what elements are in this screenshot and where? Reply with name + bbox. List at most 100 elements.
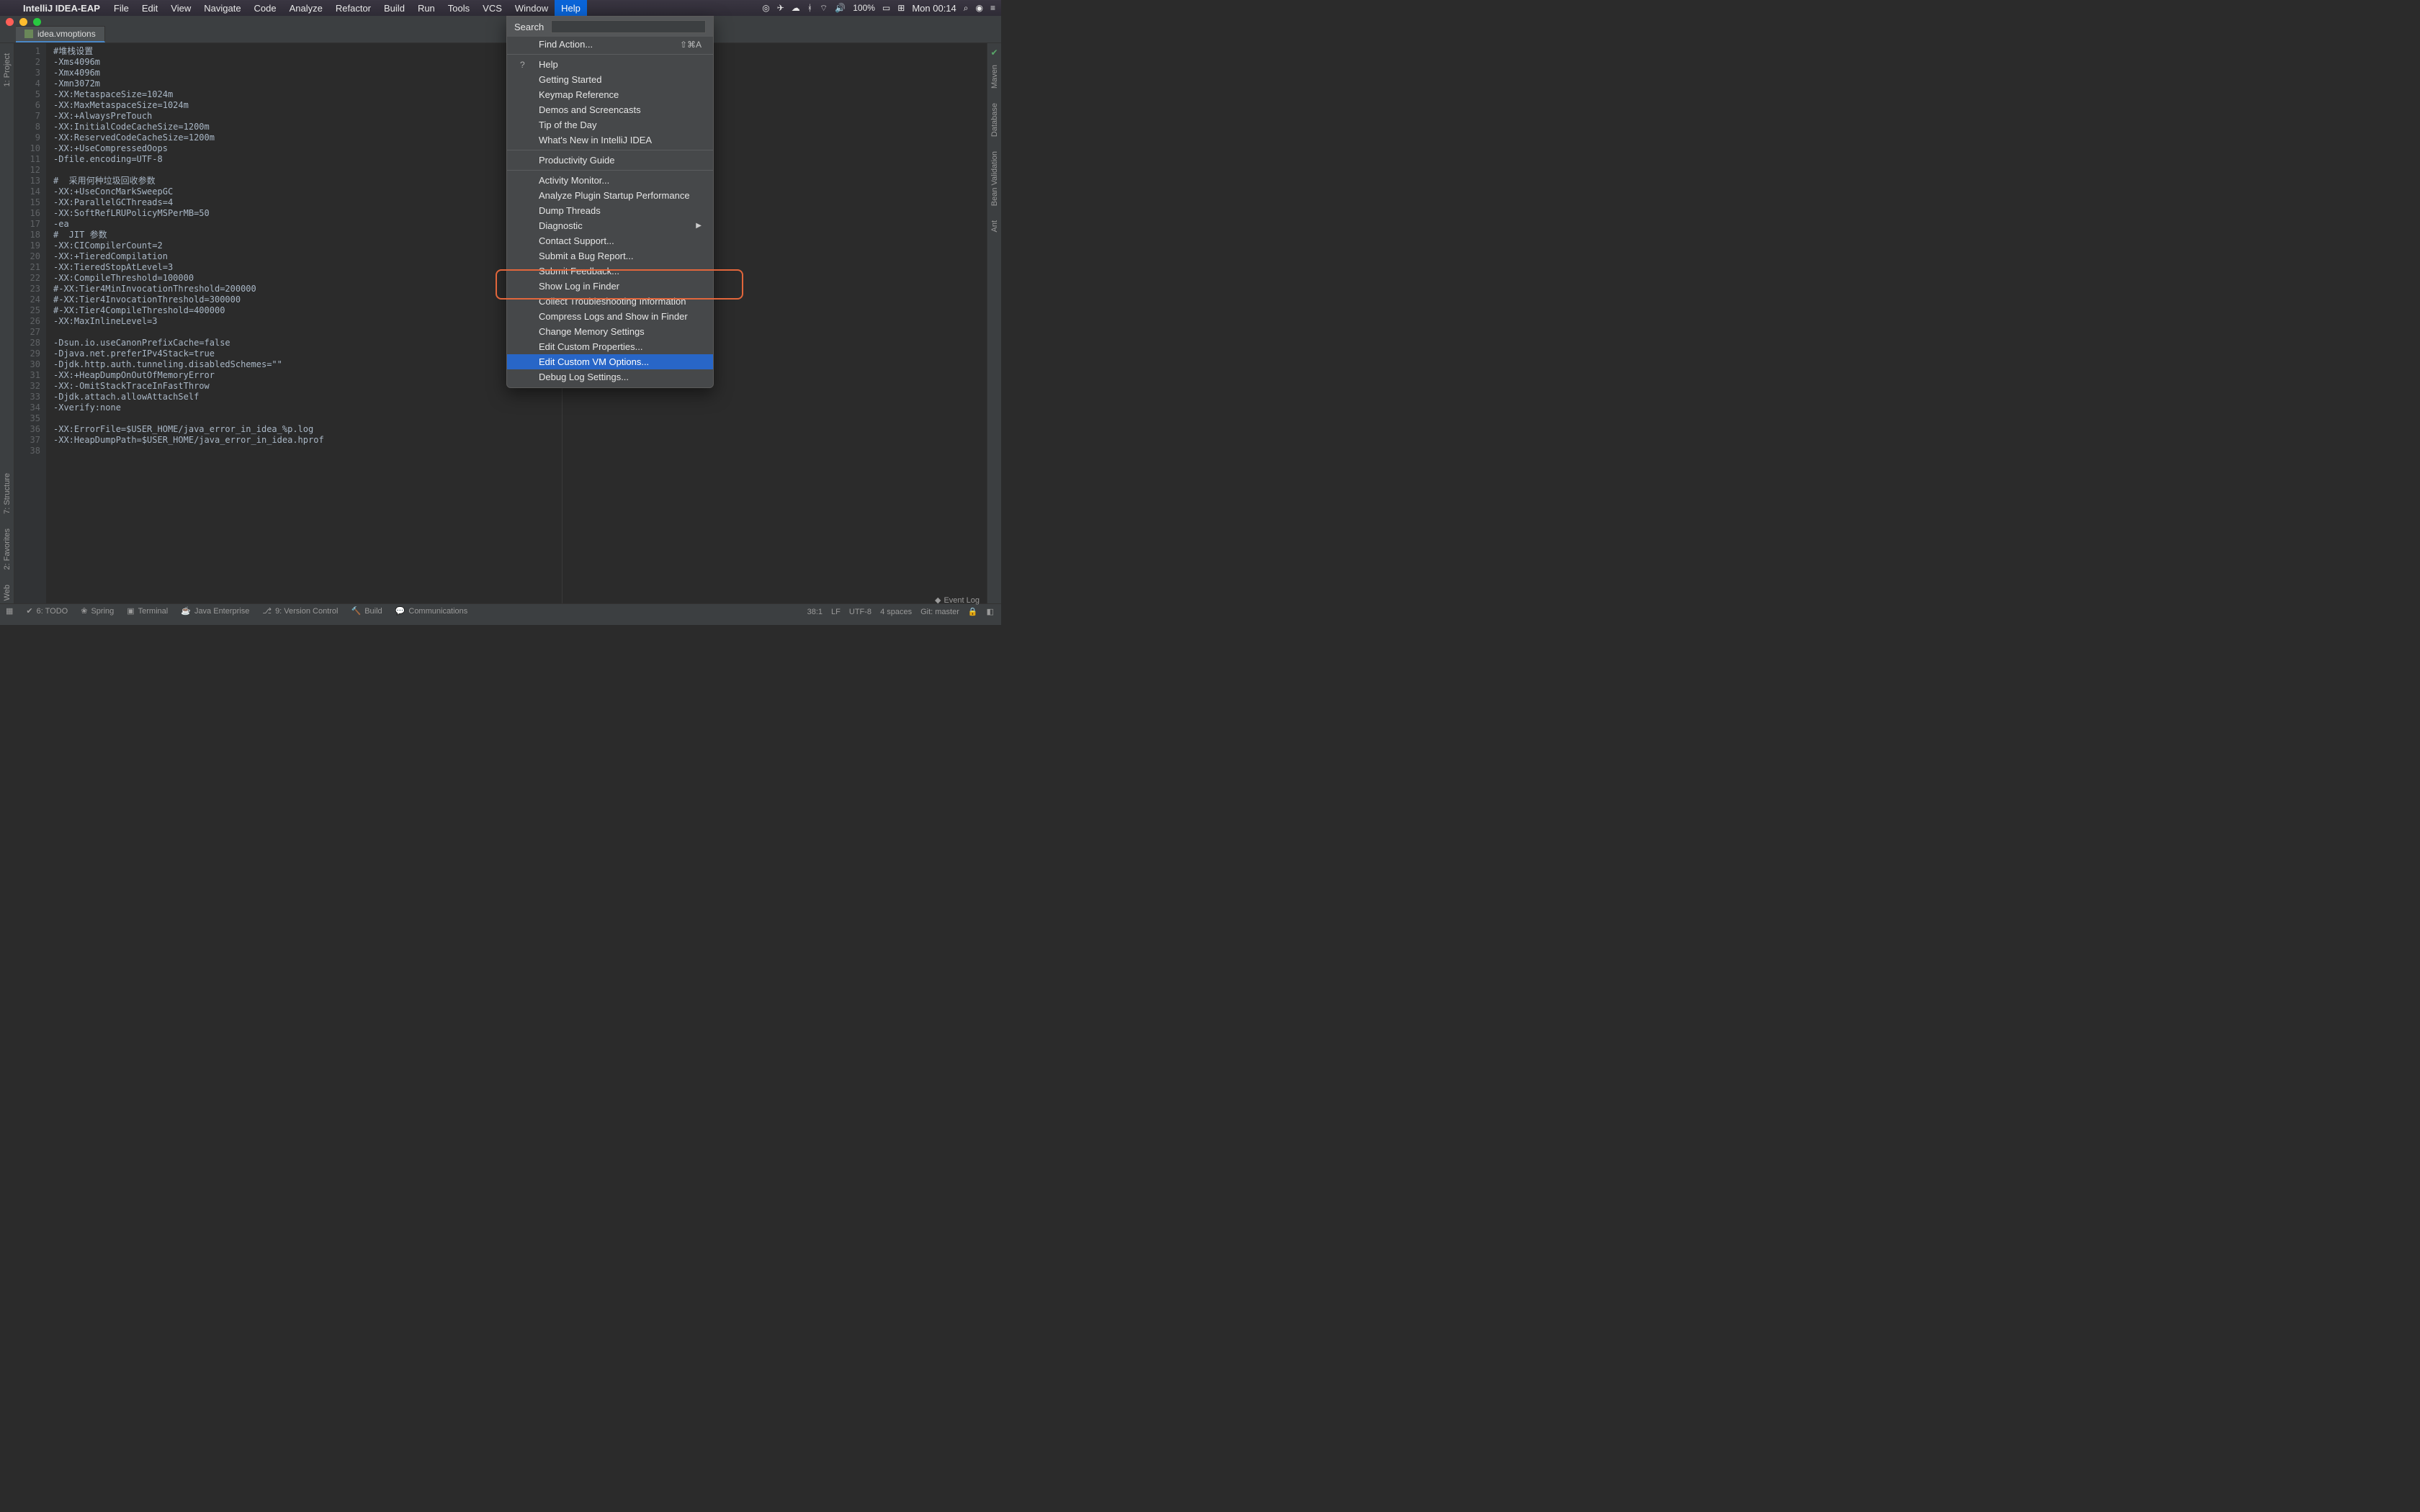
line-separator[interactable]: LF	[831, 608, 841, 616]
help-contact[interactable]: Contact Support...	[507, 233, 713, 248]
help-keymap[interactable]: Keymap Reference	[507, 87, 713, 102]
tool-ant[interactable]: Ant	[990, 220, 999, 233]
editor-tab-active[interactable]: idea.vmoptions	[16, 26, 105, 42]
help-search-row: Search	[507, 17, 713, 37]
help-showlog[interactable]: Show Log in Finder	[507, 279, 713, 294]
line-number-gutter: 1234567891011121314151617181920212223242…	[14, 43, 46, 608]
help-custom-vm[interactable]: Edit Custom VM Options...	[507, 354, 713, 369]
main-area: 1: Project 7: Structure 2: Favorites Web…	[0, 43, 1001, 608]
airdrop-icon[interactable]: ✈	[777, 3, 784, 13]
help-feedback-label: Submit Feedback...	[539, 266, 619, 276]
help-compress[interactable]: Compress Logs and Show in Finder	[507, 309, 713, 324]
help-tip[interactable]: Tip of the Day	[507, 117, 713, 132]
help-bug[interactable]: Submit a Bug Report...	[507, 248, 713, 264]
inspection-ok-icon[interactable]: ✔	[990, 48, 998, 58]
menu-file[interactable]: File	[107, 0, 135, 16]
help-custom-props-label: Edit Custom Properties...	[539, 341, 643, 352]
siri-icon[interactable]: ◉	[976, 3, 983, 13]
help-collect-label: Collect Troubleshooting Information	[539, 296, 686, 307]
wifi-icon[interactable]: ⌔	[820, 3, 828, 14]
help-help[interactable]: ?Help	[507, 57, 713, 72]
spotlight-icon[interactable]: ⌕	[964, 3, 969, 14]
tool-vcs[interactable]: ⎇ 9: Version Control	[262, 606, 338, 616]
wechat-icon[interactable]: ☁	[792, 3, 800, 13]
indent[interactable]: 4 spaces	[880, 608, 912, 616]
help-collect[interactable]: Collect Troubleshooting Information	[507, 294, 713, 309]
control-center-icon[interactable]: ⊞	[897, 3, 905, 13]
tool-terminal-label: Terminal	[138, 607, 169, 616]
zoom-window-button[interactable]	[33, 18, 41, 26]
tool-database[interactable]: Database	[990, 103, 999, 137]
inspector-icon[interactable]: ◧	[987, 607, 994, 616]
tool-build[interactable]: 🔨 Build	[351, 606, 382, 616]
tool-project[interactable]: 1: Project	[3, 53, 12, 86]
tool-build-label: Build	[364, 607, 382, 616]
menu-code[interactable]: Code	[248, 0, 283, 16]
menu-vcs[interactable]: VCS	[476, 0, 508, 16]
tool-todo-label: 6: TODO	[37, 607, 68, 616]
help-search-input[interactable]	[551, 20, 706, 33]
help-productivity[interactable]: Productivity Guide	[507, 153, 713, 168]
window-controls	[0, 16, 1001, 27]
menu-analyze[interactable]: Analyze	[283, 0, 329, 16]
minimize-window-button[interactable]	[19, 18, 27, 26]
menu-refactor[interactable]: Refactor	[329, 0, 377, 16]
tool-todo[interactable]: ✔ 6: TODO	[26, 606, 68, 616]
help-bug-label: Submit a Bug Report...	[539, 251, 634, 261]
battery-icon[interactable]: ▭	[882, 3, 890, 13]
menu-view[interactable]: View	[164, 0, 197, 16]
menu-help[interactable]: Help	[555, 0, 587, 16]
notification-icon[interactable]: ◎	[762, 3, 769, 13]
tool-terminal[interactable]: ▣ Terminal	[127, 606, 168, 616]
left-tool-gutter: 1: Project 7: Structure 2: Favorites Web	[0, 43, 14, 608]
tool-javaee[interactable]: ☕ Java Enterprise	[181, 606, 249, 616]
menu-separator	[507, 54, 713, 55]
help-find-action[interactable]: Find Action... ⇧⌘A	[507, 37, 713, 52]
clock[interactable]: Mon 00:14	[912, 3, 956, 14]
app-name[interactable]: IntelliJ IDEA-EAP	[16, 3, 107, 14]
status-line-bg	[0, 618, 1001, 625]
tool-structure[interactable]: 7: Structure	[3, 473, 12, 514]
volume-icon[interactable]: 🔊	[835, 3, 846, 13]
tool-web[interactable]: Web	[3, 585, 12, 600]
tool-spring[interactable]: ❀ Spring	[81, 606, 114, 616]
question-icon: ?	[520, 60, 525, 70]
tool-comm[interactable]: 💬 Communications	[395, 606, 468, 616]
help-compress-label: Compress Logs and Show in Finder	[539, 311, 688, 322]
help-custom-props[interactable]: Edit Custom Properties...	[507, 339, 713, 354]
close-window-button[interactable]	[6, 18, 14, 26]
menu-run[interactable]: Run	[411, 0, 442, 16]
help-analyze-plugin[interactable]: Analyze Plugin Startup Performance	[507, 188, 713, 203]
help-showlog-label: Show Log in Finder	[539, 281, 619, 292]
bluetooth-icon[interactable]: ᚼ	[807, 3, 812, 13]
git-branch[interactable]: Git: master	[920, 608, 959, 616]
tool-maven[interactable]: Maven	[990, 65, 999, 89]
tool-bean-validation[interactable]: Bean Validation	[990, 151, 999, 206]
help-diagnostic[interactable]: Diagnostic▶	[507, 218, 713, 233]
lock-icon[interactable]: 🔒	[968, 607, 978, 616]
help-activity[interactable]: Activity Monitor...	[507, 173, 713, 188]
encoding[interactable]: UTF-8	[849, 608, 871, 616]
tool-window-icon[interactable]: ▦	[6, 606, 13, 616]
tool-favorites[interactable]: 2: Favorites	[3, 528, 12, 570]
editor[interactable]: 1234567891011121314151617181920212223242…	[14, 43, 987, 608]
help-getting-started[interactable]: Getting Started	[507, 72, 713, 87]
event-log-button[interactable]: ◆ Event Log	[935, 595, 980, 605]
help-memory[interactable]: Change Memory Settings	[507, 324, 713, 339]
help-dump[interactable]: Dump Threads	[507, 203, 713, 218]
help-feedback[interactable]: Submit Feedback...	[507, 264, 713, 279]
menu-window[interactable]: Window	[508, 0, 555, 16]
menu-build[interactable]: Build	[377, 0, 411, 16]
help-find-action-label: Find Action...	[539, 39, 593, 50]
help-whatsnew[interactable]: What's New in IntelliJ IDEA	[507, 132, 713, 148]
help-debug-log[interactable]: Debug Log Settings...	[507, 369, 713, 384]
list-icon[interactable]: ≡	[990, 3, 995, 13]
help-keymap-label: Keymap Reference	[539, 89, 619, 100]
cursor-position[interactable]: 38:1	[807, 608, 823, 616]
help-dump-label: Dump Threads	[539, 205, 601, 216]
menu-navigate[interactable]: Navigate	[197, 0, 247, 16]
help-demos[interactable]: Demos and Screencasts	[507, 102, 713, 117]
menu-tools[interactable]: Tools	[442, 0, 476, 16]
help-getting-started-label: Getting Started	[539, 74, 601, 85]
menu-edit[interactable]: Edit	[135, 0, 164, 16]
